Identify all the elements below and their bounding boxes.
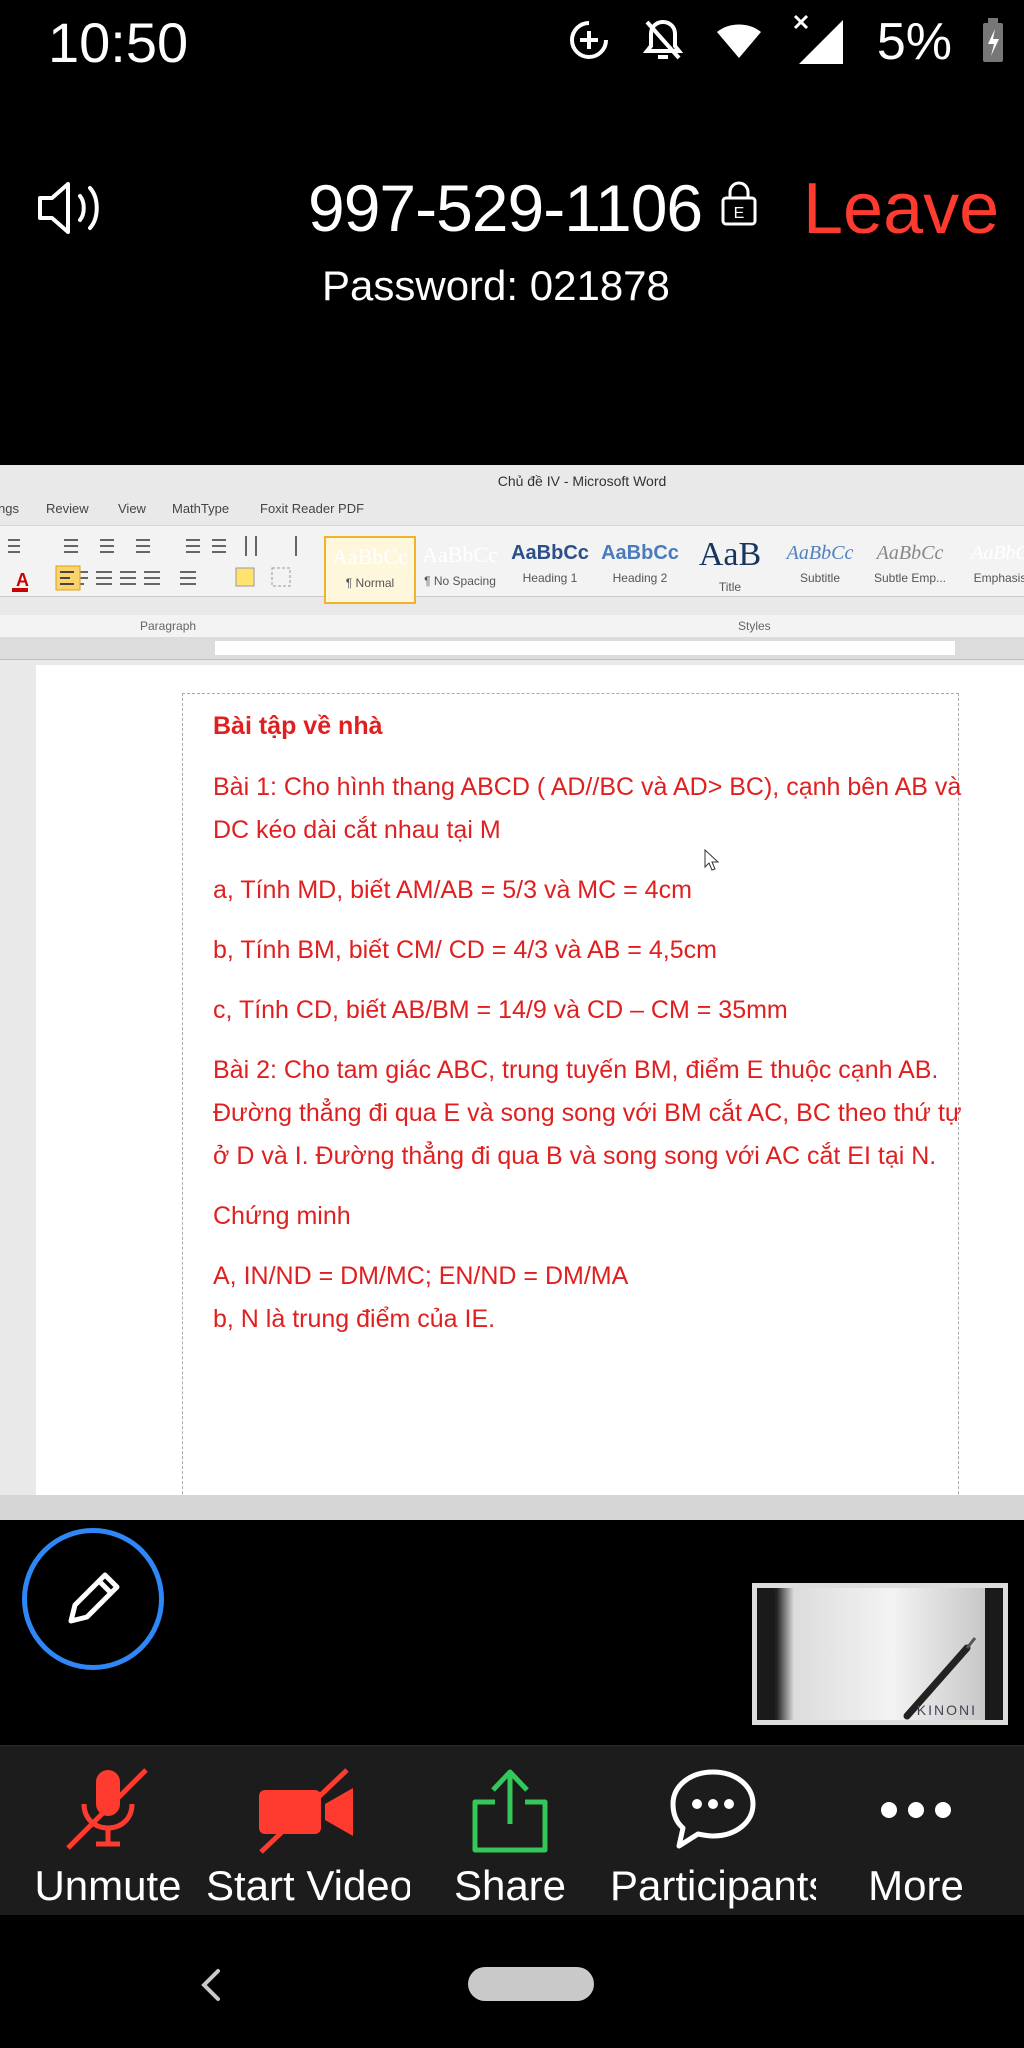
style-heading-1[interactable]: AaBbCc Heading 1	[506, 536, 594, 600]
style-title[interactable]: AaB Title	[686, 536, 774, 600]
ribbon-tab-review[interactable]: Review	[46, 501, 89, 516]
video-watermark: KINONI	[916, 1702, 977, 1718]
ribbon-group-labels: Paragraph Styles	[0, 615, 1024, 638]
word-window-title: Chủ đề IV - Microsoft Word	[497, 473, 667, 489]
ribbon-tab-foxit[interactable]: Foxit Reader PDF	[260, 501, 364, 516]
doc-line: Bài 2: Cho tam giác ABC, trung tuyến BM,…	[213, 1056, 962, 1170]
status-time: 10:50	[48, 11, 189, 74]
battery-percent: 5%	[876, 13, 952, 71]
svg-text:A: A	[16, 570, 29, 590]
style-heading-2[interactable]: AaBbCc Heading 2	[596, 536, 684, 600]
chat-bubble-icon	[670, 1769, 756, 1849]
pencil-icon	[68, 1572, 120, 1624]
video-off-icon	[259, 1768, 353, 1854]
doc-line: a, Tính MD, biết AM/AB = 5/3 và MC = 4cm	[213, 876, 692, 904]
more-icon	[881, 1802, 951, 1818]
style-normal[interactable]: AaBbCc ¶ Normal	[324, 536, 416, 604]
doc-line: b, N là trung điểm của IE.	[213, 1305, 496, 1333]
document-body: Bài tập về nhà Bài 1: Cho hình thang ABC…	[213, 705, 973, 1358]
style-no-spacing[interactable]: AaBbCc ¶ No Spacing	[416, 536, 504, 600]
meeting-id: 997-529-1106	[308, 171, 703, 245]
ribbon-tab-mathtype[interactable]: MathType	[172, 501, 229, 516]
back-icon[interactable]	[196, 1965, 226, 2005]
participants-button[interactable]: Participants	[610, 1746, 816, 1916]
annotate-button[interactable]	[22, 1528, 164, 1670]
cellular-signal-icon	[793, 14, 847, 71]
style-subtitle[interactable]: AaBbCc Subtitle	[776, 536, 864, 600]
status-icons: 5%	[567, 6, 1004, 78]
doc-line: Chứng minh	[213, 1202, 351, 1230]
start-video-button[interactable]: Start Video	[206, 1746, 410, 1916]
home-pill[interactable]	[468, 1967, 594, 2001]
shared-screen: Chủ đề IV - Microsoft Word ngs Review Vi…	[0, 465, 1024, 1520]
group-label-styles: Styles	[738, 619, 771, 633]
self-video-thumbnail[interactable]: KINONI	[752, 1583, 1008, 1725]
more-button[interactable]: More	[836, 1746, 996, 1916]
ribbon: A AaBbCc ¶ Normal AaBbCc ¶ No Spacing Aa…	[0, 525, 1024, 604]
meeting-password: Password: 021878	[322, 262, 670, 309]
speaker-icon[interactable]	[34, 176, 114, 245]
share-icon	[472, 1769, 548, 1853]
doc-line: Bài 1: Cho hình thang ABCD ( AD//BC và A…	[213, 773, 962, 844]
mic-muted-icon	[66, 1768, 148, 1850]
leave-button[interactable]: Leave	[803, 168, 999, 250]
doc-line: b, Tính BM, biết CM/ CD = 4/3 và AB = 4,…	[213, 936, 717, 964]
svg-text:E: E	[734, 205, 745, 222]
document-title: Bài tập về nhà	[213, 712, 383, 740]
lock-icon: E	[720, 180, 758, 231]
mouse-cursor-icon	[704, 849, 720, 871]
meeting-toolbar: Unmute Start Video Share Participants Mo…	[0, 1745, 1024, 1916]
group-label-paragraph: Paragraph	[140, 619, 197, 633]
pen-image-icon	[757, 1588, 1003, 1720]
paragraph-tools-icon: A	[8, 536, 297, 592]
unmute-button[interactable]: Unmute	[20, 1746, 196, 1916]
doc-line: c, Tính CD, biết AB/BM = 14/9 và CD – CM…	[213, 996, 788, 1024]
navigation-bar	[0, 1915, 1024, 2048]
doc-line: A, IN/ND = DM/MC; EN/ND = DM/MA	[213, 1262, 629, 1290]
battery-charging-icon	[982, 17, 1004, 68]
ribbon-tab-view[interactable]: View	[118, 501, 146, 516]
ribbon-tab[interactable]: ngs	[0, 501, 19, 516]
data-saver-icon	[567, 18, 611, 67]
share-button[interactable]: Share	[430, 1746, 590, 1916]
style-emphasis[interactable]: AaBbC Emphasis	[956, 536, 1024, 600]
notifications-off-icon	[641, 16, 685, 69]
wifi-icon	[715, 20, 763, 65]
style-subtle-emphasis[interactable]: AaBbCc Subtle Emp...	[866, 536, 954, 600]
ruler[interactable]	[0, 637, 1024, 660]
